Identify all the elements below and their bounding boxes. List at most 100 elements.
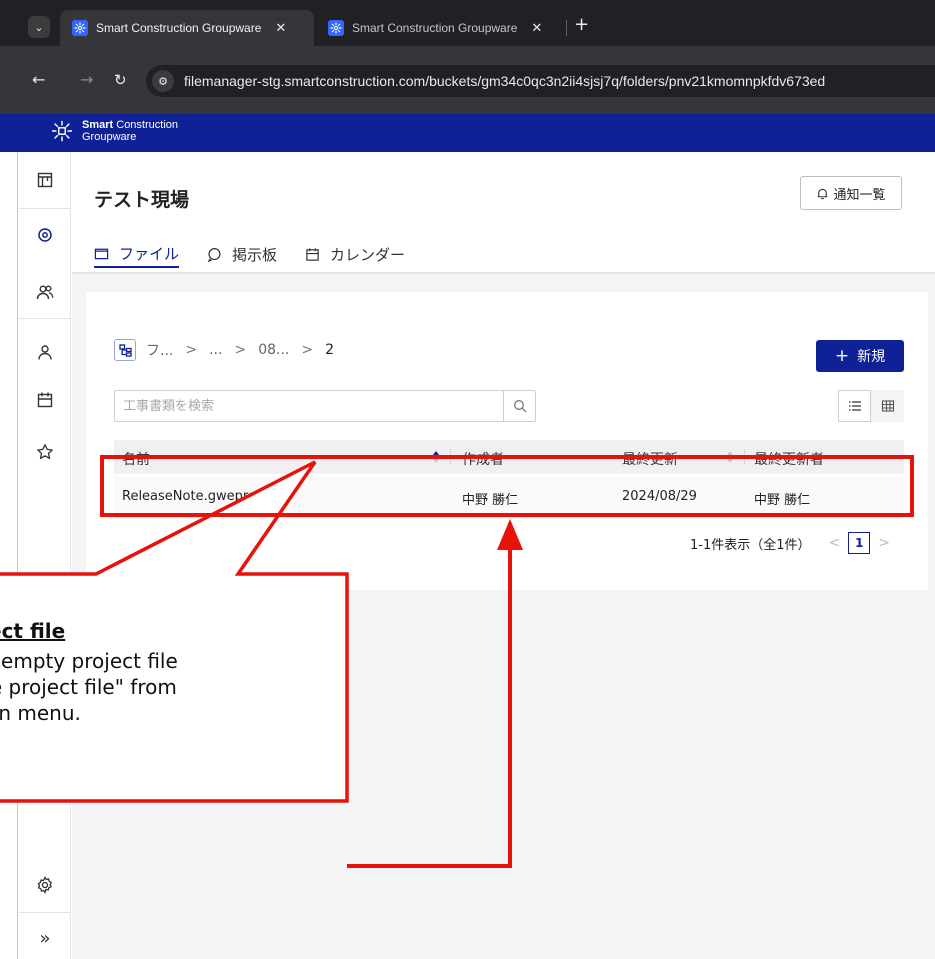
new-button[interactable]: + 新規 — [816, 340, 904, 372]
pagination: 1-1件表示（全1件） < 1 > — [690, 532, 890, 554]
browser-toolbar: ← → ↻ ⚙ filemanager-stg.smartconstructio… — [0, 46, 935, 114]
url-text: filemanager-stg.smartconstruction.com/bu… — [184, 73, 826, 89]
file-creator: 中野 勝仁 — [462, 493, 519, 508]
tab-label: カレンダー — [330, 245, 406, 264]
app-logo[interactable]: Smart Construction Groupware — [48, 117, 178, 145]
board-icon — [37, 172, 53, 188]
page-number-button[interactable]: 1 — [848, 532, 871, 554]
app-header: Smart Construction Groupware — [0, 114, 935, 152]
breadcrumb-item[interactable]: ... — [209, 342, 222, 358]
breadcrumb: フ... > ... > 08... > 2 — [114, 339, 334, 361]
tab-label: 掲示板 — [232, 245, 278, 264]
calendar-icon — [37, 392, 53, 408]
sidebar-item-board[interactable] — [19, 158, 71, 202]
search-box — [114, 390, 536, 422]
tab-calendar[interactable]: カレンダー — [305, 240, 405, 268]
folder-tree-icon[interactable] — [114, 339, 136, 361]
sidebar: » — [19, 152, 71, 959]
expand-icon: » — [39, 927, 51, 949]
sidebar-item-members[interactable] — [19, 270, 71, 314]
next-page-icon[interactable]: > — [878, 535, 890, 551]
file-updated: 2024/08/29 — [622, 489, 697, 504]
column-divider — [744, 449, 745, 465]
sidebar-item-calendar[interactable] — [19, 378, 71, 422]
notifications-button[interactable]: 通知一覧 — [800, 176, 902, 210]
sidebar-item-settings[interactable] — [19, 863, 71, 907]
close-tab-icon[interactable]: ✕ — [531, 20, 542, 36]
tab-bulletin-board[interactable]: 掲示板 — [207, 240, 277, 268]
file-list-card: フ... > ... > 08... > 2 + 新規 工事書類を検索 名前 作… — [86, 292, 928, 590]
logo-mark-icon — [48, 117, 76, 145]
address-bar[interactable]: ⚙ filemanager-stg.smartconstruction.com/… — [146, 65, 935, 97]
browser-tab-bar: ⌄ Smart Construction Groupware ✕ Smart C… — [0, 0, 935, 46]
search-icon — [513, 400, 526, 413]
file-name[interactable]: ReleaseNote.gweproj — [122, 489, 259, 504]
tab-files[interactable]: ファイル — [94, 240, 180, 268]
previous-page-icon[interactable]: < — [829, 535, 841, 551]
file-updater: 中野 勝仁 — [754, 493, 811, 508]
sidebar-divider — [19, 912, 71, 913]
view-toggle — [838, 390, 904, 422]
grid-icon — [881, 400, 894, 412]
plus-icon: + — [834, 346, 850, 366]
new-button-label: 新規 — [857, 349, 886, 365]
list-view-button[interactable] — [838, 390, 871, 422]
main-content: テスト現場 通知一覧 ファイル 掲示板 カレンダー フ... > ... > 0… — [72, 152, 935, 959]
page-tabs: ファイル 掲示板 カレンダー — [94, 240, 433, 268]
sidebar-divider — [19, 208, 71, 209]
user-icon — [38, 345, 52, 360]
new-tab-icon[interactable]: + — [574, 14, 589, 35]
app-favicon-icon — [72, 20, 88, 36]
users-icon — [36, 285, 54, 300]
tab-label: ファイル — [119, 244, 180, 263]
grid-view-button[interactable] — [871, 390, 904, 422]
logo-text: Smart Construction Groupware — [82, 119, 178, 143]
bell-icon — [818, 188, 828, 199]
column-header-creator[interactable]: 作成者 — [462, 449, 504, 469]
tab-search-button[interactable]: ⌄ — [28, 16, 50, 38]
breadcrumb-item[interactable]: 08... — [258, 342, 289, 358]
settings-icon — [37, 876, 53, 894]
reload-icon[interactable]: ↻ — [114, 72, 127, 88]
breadcrumb-separator: > — [234, 342, 247, 358]
site-settings-icon[interactable]: ⚙ — [152, 70, 174, 92]
column-header-updated[interactable]: 最終更新 — [622, 449, 678, 469]
browser-tab[interactable]: Smart Construction Groupware ✕ — [318, 10, 558, 46]
breadcrumb-current: 2 — [325, 342, 335, 358]
breadcrumb-item[interactable]: フ... — [146, 340, 173, 360]
tab-divider — [566, 20, 567, 36]
sort-icon[interactable] — [432, 450, 440, 464]
callout-body: n empty project file te project file" fr… — [0, 649, 178, 725]
tab-title: Smart Construction Groupware — [96, 21, 262, 35]
star-icon — [37, 444, 53, 460]
sort-icon[interactable] — [726, 450, 734, 464]
forward-arrow-icon[interactable]: → — [80, 72, 93, 88]
notifications-label: 通知一覧 — [833, 187, 886, 203]
callout-text: ect file n empty project file te project… — [0, 590, 340, 780]
sidebar-item-favorites[interactable] — [19, 430, 71, 474]
pagination-summary: 1-1件表示（全1件） — [690, 537, 811, 553]
table-header: 名前 作成者 最終更新 最終更新者 — [114, 440, 904, 474]
close-tab-icon[interactable]: ✕ — [275, 20, 286, 36]
breadcrumb-separator: > — [301, 342, 314, 358]
column-header-updater[interactable]: 最終更新者 — [754, 449, 824, 469]
breadcrumb-separator: > — [185, 342, 198, 358]
sidebar-divider — [19, 318, 71, 319]
search-input[interactable] — [115, 391, 505, 421]
sidebar-item-site[interactable] — [19, 214, 71, 258]
window-left-edge — [0, 152, 18, 959]
table-row[interactable]: ReleaseNote.gweproj 中野 勝仁 2024/08/29 中野 … — [114, 476, 904, 518]
sidebar-item-profile[interactable] — [19, 330, 71, 374]
column-header-name[interactable]: 名前 — [122, 449, 150, 469]
back-arrow-icon[interactable]: ← — [32, 72, 45, 88]
search-button[interactable] — [503, 391, 535, 421]
page-header: テスト現場 通知一覧 ファイル 掲示板 カレンダー — [72, 152, 935, 274]
tab-title: Smart Construction Groupware — [352, 21, 518, 35]
page-title: テスト現場 — [94, 189, 190, 211]
browser-tab-active[interactable]: Smart Construction Groupware ✕ — [60, 10, 314, 46]
sidebar-expand-button[interactable]: » — [19, 916, 71, 959]
chat-icon — [207, 247, 221, 262]
calendar-icon — [306, 247, 319, 261]
list-icon — [848, 401, 861, 411]
app-favicon-icon — [328, 20, 344, 36]
